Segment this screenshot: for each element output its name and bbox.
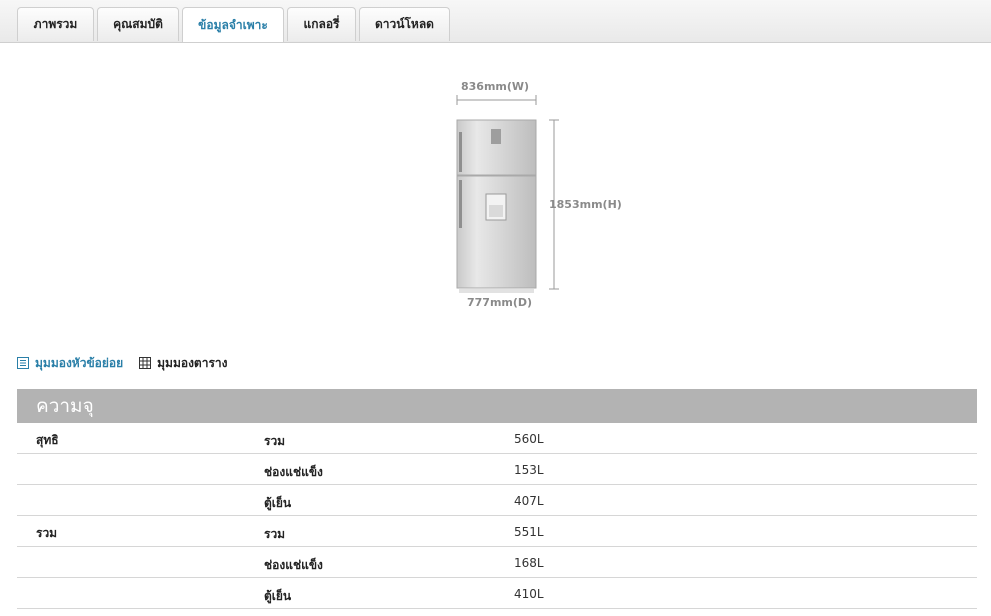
tab-bar: ภาพรวม คุณสมบัติ ข้อมูลจำเพาะ แกลอรี่ ดา… (0, 0, 991, 43)
spec-item: ตู้เย็น (264, 496, 292, 510)
depth-label: 777mm(D) (467, 296, 533, 309)
spec-value: 560L (514, 432, 544, 446)
list-view-button[interactable]: มุมมองหัวข้อย่อย (17, 354, 123, 373)
spec-value: 407L (514, 494, 544, 508)
list-view-icon (17, 357, 29, 369)
spec-item: ช่องแช่แข็ง (264, 465, 323, 479)
tab-download[interactable]: ดาวน์โหลด (359, 7, 450, 41)
spec-group: รวม (36, 526, 58, 540)
spec-table: สุทธิ รวม 560L ช่องแช่แข็ง 153L ตู้เย็น … (17, 423, 977, 609)
tab-gallery[interactable]: แกลอรี่ (287, 7, 356, 41)
spec-value: 168L (514, 556, 544, 570)
spec-value: 153L (514, 463, 544, 477)
table-row: รวม รวม 551L (17, 516, 977, 547)
table-row: ตู้เย็น 410L (17, 578, 977, 609)
refrigerator-image (456, 95, 559, 293)
tab-overview[interactable]: ภาพรวม (17, 7, 94, 41)
height-label: 1853mm(H) (549, 198, 622, 211)
table-view-button[interactable]: มุมมองตาราง (139, 354, 228, 373)
tab-specifications[interactable]: ข้อมูลจำเพาะ (182, 7, 284, 42)
list-view-label: มุมมองหัวข้อย่อย (35, 355, 124, 370)
table-row: ช่องแช่แข็ง 168L (17, 547, 977, 578)
table-row: ช่องแช่แข็ง 153L (17, 454, 977, 485)
spec-item: ช่องแช่แข็ง (264, 558, 323, 572)
view-toggle: มุมมองหัวข้อย่อย มุมมองตาราง (17, 354, 244, 372)
spec-value: 410L (514, 587, 544, 601)
spec-item: รวม (264, 527, 286, 541)
spec-item: รวม (264, 434, 286, 448)
table-row: ตู้เย็น 407L (17, 485, 977, 516)
tab-features[interactable]: คุณสมบัติ (97, 7, 179, 41)
table-row: สุทธิ รวม 560L (17, 423, 977, 454)
section-header-capacity: ความจุ (17, 389, 977, 423)
spec-item: ตู้เย็น (264, 589, 292, 603)
spec-value: 551L (514, 525, 544, 539)
product-dimensions: 836mm(W) 1853mm(H) 777mm(D) (440, 72, 640, 322)
table-view-icon (139, 357, 152, 369)
spec-group: สุทธิ (36, 433, 59, 447)
table-view-label: มุมมองตาราง (157, 355, 228, 370)
